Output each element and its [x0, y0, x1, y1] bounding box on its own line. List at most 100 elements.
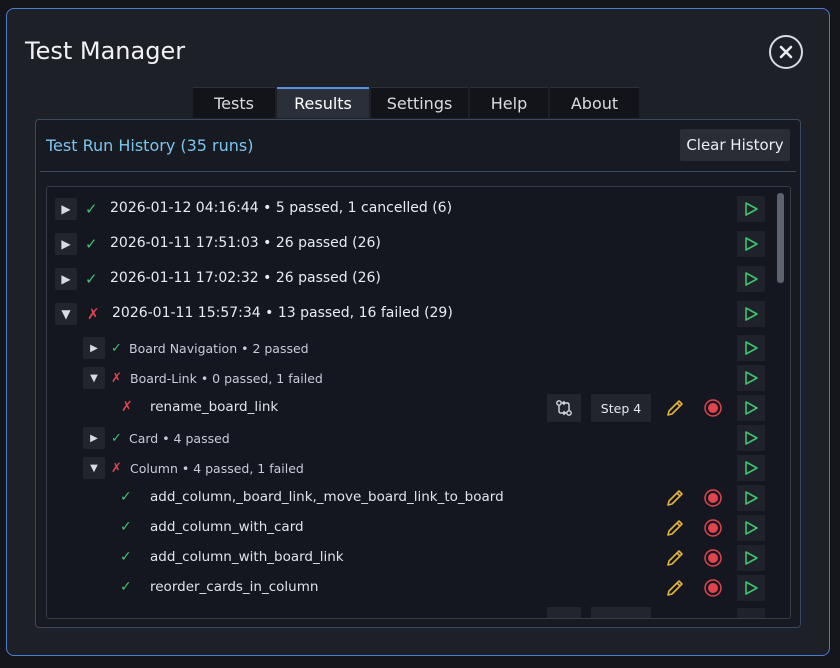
expand-arrow-icon[interactable]: ▶ [83, 427, 105, 449]
close-icon [779, 45, 793, 59]
run-play-button[interactable] [737, 301, 765, 327]
play-icon [745, 272, 758, 286]
group-summary: Board-Link • 0 passed, 1 failed [130, 371, 323, 386]
expand-arrow-icon[interactable]: ▶ [55, 268, 77, 290]
record-icon[interactable] [703, 398, 723, 418]
compare-button[interactable] [547, 394, 581, 422]
group-play-button[interactable] [737, 425, 765, 451]
divider [40, 171, 796, 172]
fail-icon: ✗ [87, 305, 100, 323]
fail-icon: ✗ [121, 399, 133, 415]
play-icon [745, 237, 758, 251]
run-summary: 2026-01-11 15:57:34 • 13 passed, 16 fail… [112, 305, 453, 321]
pencil-icon[interactable] [664, 397, 686, 419]
test-play-button[interactable] [737, 545, 765, 571]
pencil-icon[interactable] [664, 577, 686, 599]
pencil-icon[interactable] [664, 517, 686, 539]
run-summary: 2026-01-12 04:16:44 • 5 passed, 1 cancel… [110, 200, 453, 216]
run-row[interactable]: ▶ ✓ 2026-01-11 17:51:03 • 26 passed (26) [47, 229, 777, 259]
test-play-button[interactable] [737, 608, 765, 618]
tab-bar: Tests Results Settings Help About [193, 87, 639, 118]
play-icon [745, 341, 758, 355]
pass-icon: ✓ [111, 431, 122, 446]
compare-icon [556, 400, 572, 416]
group-summary: Board Navigation • 2 passed [129, 341, 309, 356]
test-play-button[interactable] [737, 395, 765, 421]
test-manager-window: Test Manager Tests Results Settings Help… [6, 8, 830, 656]
group-row[interactable]: ▶ ✓ Board Navigation • 2 passed [47, 333, 777, 363]
pass-icon: ✓ [85, 235, 98, 253]
test-row[interactable]: ✓ reorder_cards_in_column [47, 573, 777, 603]
test-play-button[interactable] [737, 485, 765, 511]
test-row-partial[interactable] [47, 606, 777, 618]
play-icon [745, 307, 758, 321]
group-play-button[interactable] [737, 335, 765, 361]
group-row-expanded[interactable]: ▼ ✗ Column • 4 passed, 1 failed [47, 453, 777, 483]
fail-icon: ✗ [111, 461, 122, 476]
group-play-button[interactable] [737, 455, 765, 481]
expand-arrow-icon[interactable]: ▶ [55, 233, 77, 255]
expand-arrow-icon[interactable]: ▶ [55, 198, 77, 220]
pass-icon: ✓ [85, 270, 98, 288]
expand-arrow-icon[interactable]: ▶ [83, 337, 105, 359]
step-button[interactable] [591, 607, 651, 618]
run-row[interactable]: ▶ ✓ 2026-01-12 04:16:44 • 5 passed, 1 ca… [47, 194, 777, 224]
pass-icon: ✓ [85, 200, 98, 218]
tab-results[interactable]: Results [277, 87, 369, 118]
test-row[interactable]: ✓ add_column,_board_link,_move_board_lin… [47, 483, 777, 513]
group-play-button[interactable] [737, 365, 765, 391]
play-icon [745, 371, 758, 385]
run-summary: 2026-01-11 17:51:03 • 26 passed (26) [110, 235, 381, 251]
pencil-icon[interactable] [664, 547, 686, 569]
close-button[interactable] [769, 35, 803, 69]
run-play-button[interactable] [737, 266, 765, 292]
compare-button[interactable] [547, 607, 581, 618]
test-name: add_column_with_board_link [150, 549, 344, 565]
collapse-arrow-icon[interactable]: ▼ [83, 367, 105, 389]
play-icon [745, 581, 758, 595]
group-row[interactable]: ▶ ✓ Card • 4 passed [47, 423, 777, 453]
collapse-arrow-icon[interactable]: ▼ [55, 303, 77, 325]
pass-icon: ✓ [111, 341, 122, 356]
step-button[interactable]: Step 4 [591, 394, 651, 422]
tab-help[interactable]: Help [470, 87, 548, 118]
run-play-button[interactable] [737, 196, 765, 222]
collapse-arrow-icon[interactable]: ▼ [83, 457, 105, 479]
panel-title: Test Run History (35 runs) [46, 136, 254, 155]
run-row-expanded[interactable]: ▼ ✗ 2026-01-11 15:57:34 • 13 passed, 16 … [47, 299, 777, 329]
test-name: rename_board_link [150, 399, 279, 415]
record-icon[interactable] [703, 578, 723, 598]
test-name: add_column,_board_link,_move_board_link_… [150, 489, 504, 505]
scrollbar-thumb[interactable] [777, 193, 784, 283]
window-title: Test Manager [25, 37, 186, 65]
group-row-expanded[interactable]: ▼ ✗ Board-Link • 0 passed, 1 failed [47, 363, 777, 393]
test-play-button[interactable] [737, 575, 765, 601]
fail-icon: ✗ [111, 371, 122, 386]
play-icon [745, 202, 758, 216]
pass-icon: ✓ [120, 489, 132, 505]
run-history-list[interactable]: ▶ ✓ 2026-01-12 04:16:44 • 5 passed, 1 ca… [46, 186, 791, 619]
pencil-icon[interactable] [664, 487, 686, 509]
test-name: reorder_cards_in_column [150, 579, 319, 595]
pass-icon: ✓ [120, 579, 132, 595]
test-row[interactable]: ✓ add_column_with_board_link [47, 543, 777, 573]
tab-tests[interactable]: Tests [193, 87, 275, 118]
record-icon[interactable] [703, 518, 723, 538]
run-row[interactable]: ▶ ✓ 2026-01-11 17:02:32 • 26 passed (26) [47, 264, 777, 294]
tab-about[interactable]: About [550, 87, 639, 118]
pass-icon: ✓ [120, 549, 132, 565]
run-play-button[interactable] [737, 231, 765, 257]
test-row[interactable]: ✗ rename_board_link Step 4 [47, 393, 777, 423]
tab-settings[interactable]: Settings [371, 87, 468, 118]
play-icon [745, 491, 758, 505]
play-icon [745, 431, 758, 445]
record-icon[interactable] [703, 488, 723, 508]
record-icon[interactable] [703, 548, 723, 568]
group-summary: Card • 4 passed [129, 431, 230, 446]
clear-history-button[interactable]: Clear History [680, 129, 790, 161]
test-row[interactable]: ✓ add_column_with_card [47, 513, 777, 543]
results-panel: Test Run History (35 runs) Clear History… [35, 119, 801, 628]
test-play-button[interactable] [737, 515, 765, 541]
pass-icon: ✓ [120, 519, 132, 535]
play-icon [745, 401, 758, 415]
